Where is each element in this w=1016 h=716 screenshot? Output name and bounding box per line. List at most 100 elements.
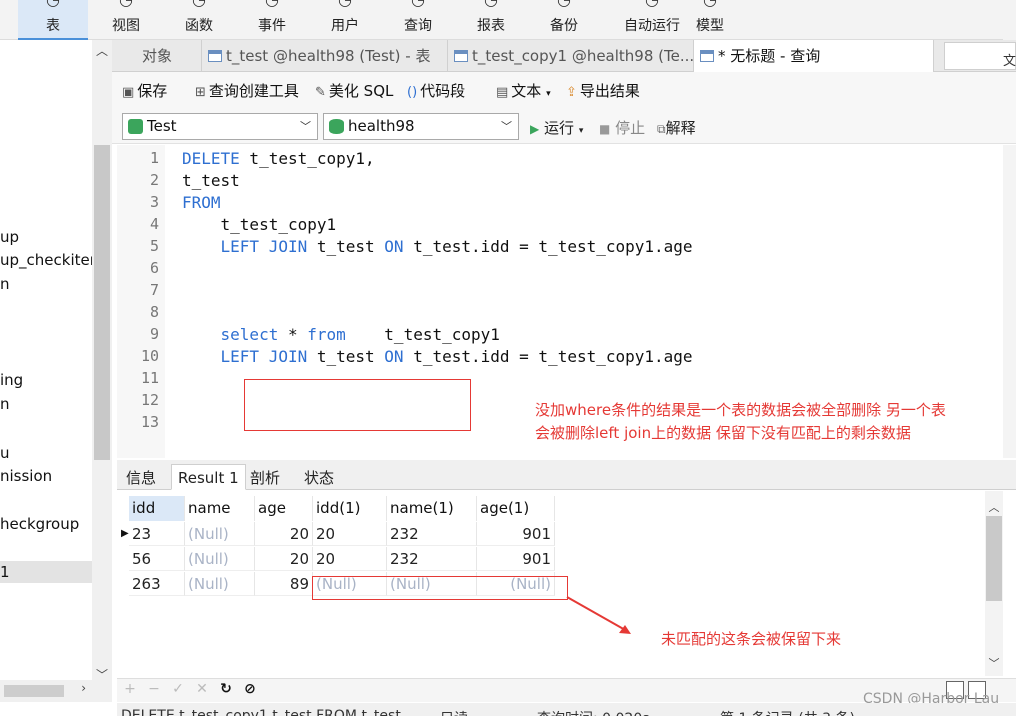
save-button[interactable]: ▣ 保存 xyxy=(122,80,167,102)
ribbon-report[interactable]: ◔ 报表 xyxy=(456,0,526,40)
column-header[interactable]: name(1) xyxy=(387,496,477,521)
tab-1[interactable]: t_test @health98 (Test) - 表 xyxy=(202,40,448,72)
document-tabs: 对象 t_test @health98 (Test) - 表 t_test_copy… xyxy=(112,40,1016,72)
status-records: 第 1 条记录 (共 3 条) xyxy=(720,708,855,716)
sidebar-hscrollbar[interactable]: › xyxy=(0,680,112,702)
scroll-up-icon[interactable]: ︿ xyxy=(985,499,1003,515)
ribbon-query[interactable]: ◔ 查询 xyxy=(383,0,453,40)
table-cell[interactable]: (Null) xyxy=(185,547,255,571)
query-builder-icon: ⊞ xyxy=(195,85,206,100)
table-cell[interactable]: (Null) xyxy=(185,522,255,546)
result-tab[interactable]: 剖析 xyxy=(243,464,287,490)
column-header[interactable]: age(1) xyxy=(477,496,555,521)
ribbon-label: 函数 xyxy=(185,18,213,34)
sidebar-item[interactable]: n xyxy=(0,395,10,413)
status-sql: DELETE t_test_copy1,t_test FROM t_test xyxy=(121,708,401,716)
result-tab[interactable]: Result 1 xyxy=(171,464,246,490)
export-icon: ⇪ xyxy=(566,85,577,100)
result-tab[interactable]: 状态 xyxy=(297,464,341,490)
sidebar-item[interactable]: heckgroup xyxy=(0,515,79,533)
run-button[interactable]: ▶ 运行 ▾ xyxy=(530,117,583,139)
ribbon-table[interactable]: ◔表 xyxy=(18,0,88,40)
export-results-button[interactable]: ⇪ 导出结果 xyxy=(566,80,640,102)
scroll-down-icon[interactable]: ﹀ xyxy=(985,655,1003,671)
row-pointer-icon: ▶ xyxy=(121,528,129,539)
tab-0[interactable]: 对象 xyxy=(112,40,202,72)
refresh-icon[interactable]: ↻ xyxy=(216,681,236,697)
annotation-line: 没加where条件的结果是一个表的数据会被全部删除 另一个表 xyxy=(535,401,946,419)
tab-2[interactable]: t_test_copy1 @health98 (Te... xyxy=(448,40,694,72)
sidebar-item[interactable]: up xyxy=(0,228,19,246)
delete-record-icon[interactable]: − xyxy=(144,681,164,697)
table-cell[interactable]: 20 xyxy=(313,522,387,546)
line-number: 4 xyxy=(149,215,159,233)
column-header[interactable]: idd xyxy=(129,496,185,521)
sql-text: t_test.idd = t_test_copy1.age xyxy=(403,347,693,366)
explain-icon: ⧉ xyxy=(657,122,666,136)
table-cell[interactable]: 56 xyxy=(129,547,185,571)
ribbon-backup[interactable]: ◔ 备份 xyxy=(529,0,599,40)
column-header[interactable]: age xyxy=(255,496,313,521)
query-toolbar: ▣ 保存 ⊞ 查询创建工具 ✎ 美化 SQL () 代码段 ▤ 文本 ▾ ⇪ 导出结果 xyxy=(112,72,1016,110)
explain-button[interactable]: ⧉解释 xyxy=(657,117,696,139)
result-tab[interactable]: 信息 xyxy=(119,464,163,490)
sidebar-scrollbar[interactable]: ︿ ﹀ xyxy=(92,40,112,685)
table-cell[interactable]: (Null) xyxy=(185,572,255,596)
sidebar-item[interactable]: u xyxy=(0,444,10,462)
database-select[interactable]: health98 ﹀ xyxy=(323,113,519,140)
sidebar-item[interactable]: nission xyxy=(0,467,52,485)
function-icon: ◔ xyxy=(192,0,206,9)
ribbon-event[interactable]: ◔ 事件 xyxy=(237,0,307,40)
sidebar-item[interactable]: ing xyxy=(0,371,23,389)
table-cell[interactable]: 20 xyxy=(255,547,313,571)
table-cell[interactable]: 232 xyxy=(387,522,477,546)
scroll-up-icon[interactable]: ︿ xyxy=(92,42,112,59)
sidebar-item[interactable]: n xyxy=(0,275,10,293)
sidebar-hscroll-thumb[interactable] xyxy=(4,685,64,697)
ribbon-label: 模型 xyxy=(696,18,724,34)
grid-scroll-thumb[interactable] xyxy=(986,516,1002,601)
scroll-right-icon[interactable]: › xyxy=(81,681,86,695)
text-menu-button[interactable]: ▤ 文本 ▾ xyxy=(496,80,551,102)
backup-icon: ◔ xyxy=(557,0,571,9)
sidebar-item[interactable]: 1 xyxy=(0,561,92,583)
ribbon-label: 表 xyxy=(46,18,60,34)
grid-scrollbar[interactable]: ︿ ﹀ xyxy=(985,491,1003,676)
discard-icon[interactable]: ✕ xyxy=(192,681,212,697)
stop-button[interactable]: ■ 停止 xyxy=(599,117,645,139)
ribbon-view[interactable]: ◔ 视图 xyxy=(91,0,161,40)
ribbon-function[interactable]: ◔ 函数 xyxy=(164,0,234,40)
ribbon-model[interactable]: ◔ 模型 xyxy=(675,0,745,40)
table-cell[interactable]: 89 xyxy=(255,572,313,596)
table-cell[interactable]: 20 xyxy=(313,547,387,571)
table-cell[interactable]: 20 xyxy=(255,522,313,546)
sql-keyword: ON xyxy=(384,347,404,366)
code-line: DELETE t_test_copy1, xyxy=(182,149,375,168)
ribbon-user[interactable]: ◔ 用户 xyxy=(310,0,380,40)
line-number-gutter: 1 2 3 4 5 6 7 8 9 10 11 12 13 xyxy=(117,145,165,458)
table-cell[interactable]: 23 xyxy=(129,522,185,546)
sidebar-scroll-thumb[interactable] xyxy=(94,145,110,460)
query-builder-button[interactable]: ⊞ 查询创建工具 xyxy=(195,80,299,102)
code-snippet-button[interactable]: () 代码段 xyxy=(407,80,465,102)
apply-icon[interactable]: ✓ xyxy=(168,681,188,697)
stop-icon[interactable]: ⊘ xyxy=(240,681,260,697)
text-icon: ▤ xyxy=(496,85,509,100)
beautify-sql-button[interactable]: ✎ 美化 SQL xyxy=(315,80,393,102)
column-header[interactable]: idd(1) xyxy=(313,496,387,521)
column-header[interactable]: name xyxy=(185,496,255,521)
connection-select[interactable]: Test ﹀ xyxy=(122,113,318,140)
table-cell[interactable]: 901 xyxy=(477,547,555,571)
table-cell[interactable]: 901 xyxy=(477,522,555,546)
table-cell[interactable]: 232 xyxy=(387,547,477,571)
tab-3[interactable]: * 无标题 - 查询 xyxy=(694,40,934,72)
connection-bar: Test ﹀ health98 ﹀ ▶ 运行 ▾ ■ 停止 ⧉解释 xyxy=(112,110,1016,144)
table-cell[interactable]: 263 xyxy=(129,572,185,596)
sidebar-item[interactable]: up_checkiten xyxy=(0,251,92,269)
line-number: 6 xyxy=(149,259,159,277)
sql-text: t_test.idd = t_test_copy1.age xyxy=(403,237,693,256)
add-record-icon[interactable]: + xyxy=(120,681,140,697)
user-icon: ◔ xyxy=(338,0,352,9)
